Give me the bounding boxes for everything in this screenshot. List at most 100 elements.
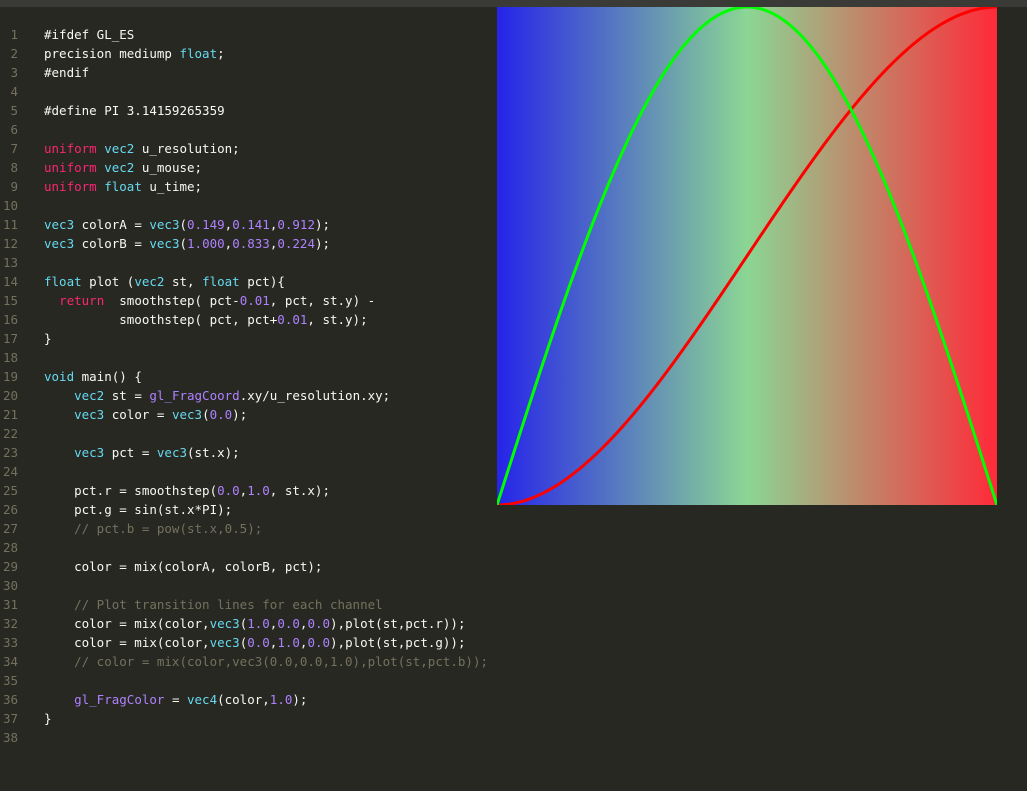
code-text[interactable]: uniform vec2 u_resolution;: [44, 139, 240, 158]
code-text[interactable]: void main() {: [44, 367, 142, 386]
code-line[interactable]: 16 smoothstep( pct, pct+0.01, st.y);: [0, 310, 480, 329]
code-token: );: [315, 217, 331, 232]
code-line[interactable]: 6: [0, 120, 480, 139]
code-line[interactable]: 3 #endif: [0, 63, 480, 82]
code-line[interactable]: 12 vec3 colorB = vec3(1.000,0.833,0.224);: [0, 234, 480, 253]
code-token: );: [315, 236, 331, 251]
code-line[interactable]: 13: [0, 253, 480, 272]
code-line[interactable]: 26 pct.g = sin(st.x*PI);: [0, 500, 480, 519]
code-line[interactable]: 8 uniform vec2 u_mouse;: [0, 158, 480, 177]
code-text[interactable]: color = mix(color,vec3(0.0,1.0,0.0),plot…: [44, 633, 465, 652]
code-text[interactable]: uniform vec2 u_mouse;: [44, 158, 202, 177]
code-text[interactable]: color = mix(color,vec3(1.0,0.0,0.0),plot…: [44, 614, 465, 633]
line-number: 25: [2, 483, 18, 498]
code-line[interactable]: 31 // Plot transition lines for each cha…: [0, 595, 480, 614]
code-line[interactable]: 35: [0, 671, 480, 690]
code-text[interactable]: color = mix(colorA, colorB, pct);: [44, 557, 322, 576]
code-token: 0.833: [232, 236, 270, 251]
code-text[interactable]: vec3 colorB = vec3(1.000,0.833,0.224);: [44, 234, 330, 253]
code-line[interactable]: 20 vec2 st = gl_FragCoord.xy/u_resolutio…: [0, 386, 480, 405]
code-line[interactable]: 14 float plot (vec2 st, float pct){: [0, 272, 480, 291]
code-line[interactable]: 30: [0, 576, 480, 595]
code-line[interactable]: 36 gl_FragColor = vec4(color,1.0);: [0, 690, 480, 709]
code-line[interactable]: 17}: [0, 329, 480, 348]
code-text[interactable]: vec3 color = vec3(0.0);: [44, 405, 247, 424]
code-line[interactable]: 37}: [0, 709, 480, 728]
code-line[interactable]: 38: [0, 728, 480, 747]
code-token: float: [44, 274, 82, 289]
code-line[interactable]: 24: [0, 462, 480, 481]
code-line[interactable]: 15 return smoothstep( pct-0.01, pct, st.…: [0, 291, 480, 310]
line-number: 26: [2, 502, 18, 517]
code-token: pct.r = smoothstep(: [44, 483, 218, 498]
code-text[interactable]: #endif: [44, 63, 89, 82]
code-line[interactable]: 33 color = mix(color,vec3(0.0,1.0,0.0),p…: [0, 633, 480, 652]
code-text[interactable]: float plot (vec2 st, float pct){: [44, 272, 285, 291]
code-line[interactable]: 22: [0, 424, 480, 443]
code-token: ;: [217, 46, 225, 61]
code-line[interactable]: 27 // pct.b = pow(st.x,0.5);: [0, 519, 480, 538]
code-text[interactable]: #ifdef GL_ES: [44, 25, 134, 44]
code-text[interactable]: // color = mix(color,vec3(0.0,0.0,1.0),p…: [44, 652, 488, 671]
line-number: 29: [2, 559, 18, 574]
code-text[interactable]: }: [44, 329, 52, 348]
code-line[interactable]: 25 pct.r = smoothstep(0.0,1.0, st.x);: [0, 481, 480, 500]
code-text[interactable]: #define PI 3.14159265359: [44, 101, 225, 120]
code-line[interactable]: 4: [0, 82, 480, 101]
code-line[interactable]: 32 color = mix(color,vec3(1.0,0.0,0.0),p…: [0, 614, 480, 633]
code-text[interactable]: // Plot transition lines for each channe…: [44, 595, 383, 614]
top-bar: [0, 0, 1027, 7]
code-token: uniform: [44, 141, 97, 156]
code-token: 0.0: [209, 407, 233, 422]
code-text[interactable]: vec2 st = gl_FragCoord.xy/u_resolution.x…: [44, 386, 390, 405]
code-text[interactable]: vec3 pct = vec3(st.x);: [44, 443, 240, 462]
code-line[interactable]: 18: [0, 348, 480, 367]
code-line[interactable]: 23 vec3 pct = vec3(st.x);: [0, 443, 480, 462]
code-line[interactable]: 7 uniform vec2 u_resolution;: [0, 139, 480, 158]
code-token: // pct.b = pow(st.x,0.5);: [44, 521, 263, 536]
code-token: 0.141: [232, 217, 270, 232]
code-text[interactable]: pct.g = sin(st.x*PI);: [44, 500, 232, 519]
code-line[interactable]: 2 precision mediump float;: [0, 44, 480, 63]
code-line[interactable]: 10: [0, 196, 480, 215]
code-line[interactable]: 19 void main() {: [0, 367, 480, 386]
code-text[interactable]: return smoothstep( pct-0.01, pct, st.y) …: [44, 291, 375, 310]
code-text[interactable]: gl_FragColor = vec4(color,1.0);: [44, 690, 307, 709]
code-line[interactable]: 1 #ifdef GL_ES: [0, 25, 480, 44]
line-number: 17: [2, 331, 18, 346]
code-line[interactable]: 9 uniform float u_time;: [0, 177, 480, 196]
code-text[interactable]: uniform float u_time;: [44, 177, 202, 196]
code-token: 0.149: [187, 217, 225, 232]
code-token: color =: [104, 407, 172, 422]
code-line[interactable]: 28: [0, 538, 480, 557]
code-line[interactable]: 21 vec3 color = vec3(0.0);: [0, 405, 480, 424]
line-number: 7: [10, 141, 18, 156]
code-text[interactable]: pct.r = smoothstep(0.0,1.0, st.x);: [44, 481, 330, 500]
code-text[interactable]: vec3 colorA = vec3(0.149,0.141,0.912);: [44, 215, 330, 234]
code-line[interactable]: 34 // color = mix(color,vec3(0.0,0.0,1.0…: [0, 652, 488, 671]
line-number: 36: [2, 692, 18, 707]
code-line[interactable]: 11 vec3 colorA = vec3(0.149,0.141,0.912);: [0, 215, 480, 234]
code-text[interactable]: smoothstep( pct, pct+0.01, st.y);: [44, 310, 367, 329]
code-token: 0.01: [239, 293, 270, 308]
code-token: , pct, st.y) -: [269, 293, 376, 308]
code-token: color = mix(color,: [44, 635, 210, 650]
code-token: main() {: [74, 369, 142, 384]
code-line[interactable]: 29 color = mix(colorA, colorB, pct);: [0, 557, 480, 576]
code-token: 1.0: [269, 692, 293, 707]
code-token: u_resolution;: [134, 141, 240, 156]
code-token: 0.912: [277, 217, 315, 232]
code-token: float: [179, 46, 218, 61]
code-token: color = mix(colorA, colorB, pct);: [44, 559, 323, 574]
code-editor[interactable]: 1 #ifdef GL_ES 2 precision mediump float; 3 #…: [0, 25, 488, 747]
code-text[interactable]: // pct.b = pow(st.x,0.5);: [44, 519, 262, 538]
line-number: 31: [2, 597, 18, 612]
line-number: 37: [2, 711, 18, 726]
code-text[interactable]: precision mediump float;: [44, 44, 225, 63]
code-token: 1.0: [247, 616, 270, 631]
code-line[interactable]: 5 #define PI 3.14159265359: [0, 101, 480, 120]
line-number: 27: [2, 521, 18, 536]
code-token: st,: [164, 274, 203, 289]
code-token: void: [44, 369, 75, 384]
code-text[interactable]: }: [44, 709, 52, 728]
